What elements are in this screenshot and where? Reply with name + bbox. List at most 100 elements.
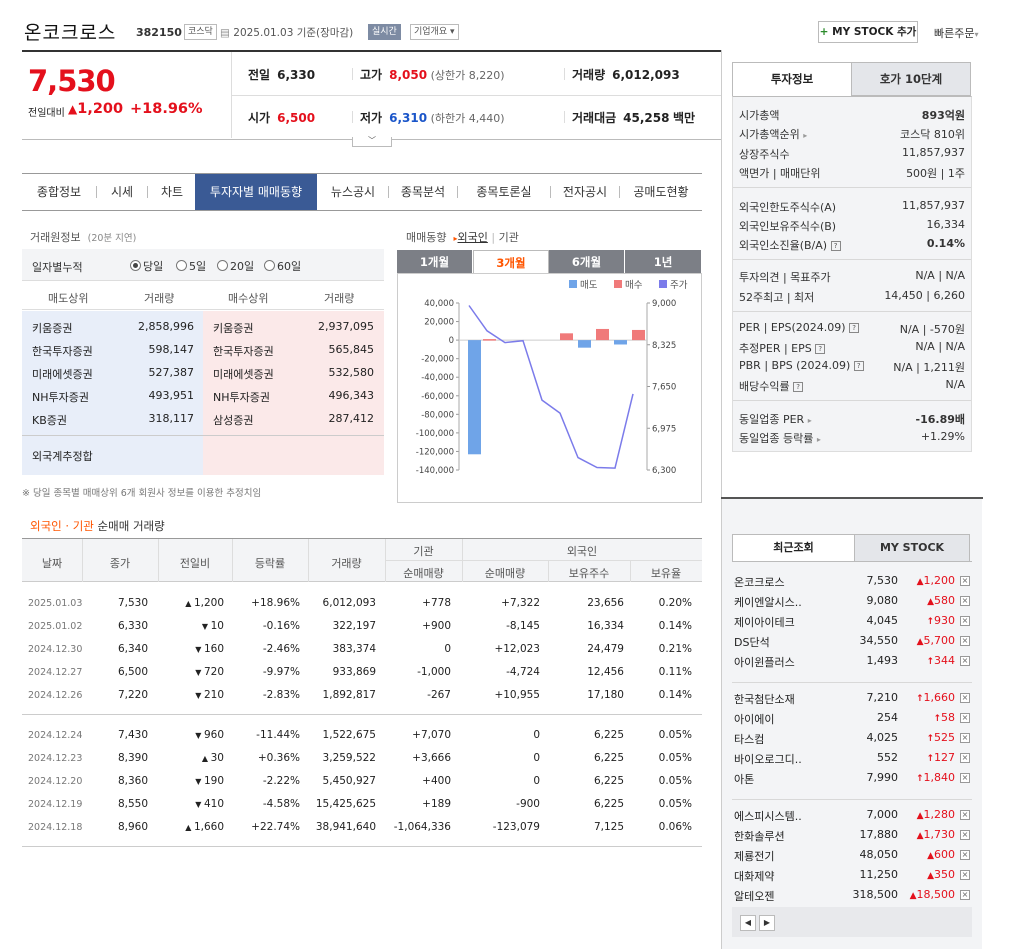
tab-6months[interactable]: 6개월 bbox=[549, 250, 625, 274]
radio-5days[interactable]: 5일 bbox=[176, 258, 206, 274]
radio-today[interactable]: 당일 bbox=[130, 258, 163, 274]
recent-name: 알테오젠 bbox=[734, 890, 775, 903]
close-icon[interactable]: × bbox=[960, 753, 970, 763]
tab-mystock[interactable]: MY STOCK bbox=[854, 534, 970, 562]
recent-item[interactable]: 대화제약 11,250 ▲350 × bbox=[732, 868, 972, 886]
filter-institution[interactable]: 기관 bbox=[499, 231, 519, 244]
add-mystock-button[interactable]: + MY STOCK 추가 bbox=[818, 21, 918, 43]
close-icon[interactable]: × bbox=[960, 810, 970, 820]
company-info-dropdown[interactable]: 기업개요 ▾ bbox=[410, 24, 459, 40]
tab-discussion[interactable]: 종목토론실 bbox=[458, 174, 550, 210]
close-icon[interactable]: × bbox=[960, 890, 970, 900]
recent-item[interactable]: 바이오로그디.. 552 ↑127 × bbox=[732, 751, 972, 769]
close-icon[interactable]: × bbox=[960, 713, 970, 723]
row-rate: -2.22% bbox=[262, 775, 300, 787]
recent-item[interactable]: 제룡전기 48,050 ▲600 × bbox=[732, 848, 972, 866]
row-inst-net: -1,064,336 bbox=[393, 821, 451, 833]
help-icon[interactable]: ? bbox=[830, 241, 841, 251]
tab-hoga[interactable]: 호가 10단계 bbox=[851, 62, 971, 96]
tab-invest-info[interactable]: 투자정보 bbox=[732, 62, 852, 96]
close-icon[interactable]: × bbox=[960, 576, 970, 586]
row-foreign-ratio: 0.05% bbox=[658, 752, 692, 764]
close-icon[interactable]: × bbox=[960, 656, 970, 666]
tab-quotes[interactable]: 시세 bbox=[97, 174, 147, 210]
invest-value: +1.29% bbox=[920, 430, 965, 443]
legend-swatch bbox=[569, 280, 577, 288]
recent-change-value: 600 bbox=[934, 848, 955, 861]
sell-volume: 527,387 bbox=[148, 366, 195, 379]
tab-recent[interactable]: 최근조회 bbox=[732, 534, 855, 562]
close-icon[interactable]: × bbox=[960, 596, 970, 606]
recent-change-value: 1,730 bbox=[923, 828, 956, 841]
close-icon[interactable]: × bbox=[960, 693, 970, 703]
upper-label: (상한가 bbox=[430, 69, 466, 82]
radio-20days[interactable]: 20일 bbox=[217, 258, 254, 274]
recent-item[interactable]: 아이에이 254 ↑58 × bbox=[732, 711, 972, 729]
recent-item[interactable]: 케이엔알시스.. 9,080 ▲580 × bbox=[732, 594, 972, 612]
help-icon[interactable]: ? bbox=[815, 344, 826, 354]
close-icon[interactable]: × bbox=[960, 850, 970, 860]
tab-1month[interactable]: 1개월 bbox=[397, 250, 473, 274]
row-close: 6,340 bbox=[117, 643, 148, 655]
realtime-button[interactable]: 실시간 bbox=[368, 24, 401, 40]
close-icon[interactable]: × bbox=[960, 870, 970, 880]
invest-label: 동일업종 등락률 bbox=[739, 432, 814, 445]
cumulative-label: 일자별누적 bbox=[32, 261, 83, 274]
tab-1year[interactable]: 1년 bbox=[625, 250, 702, 274]
recent-item[interactable]: 타스컴 4,025 ↑525 × bbox=[732, 731, 972, 749]
help-icon[interactable]: ? bbox=[793, 382, 804, 392]
market-cap-rank-link[interactable]: 시가총액순위 ▸ bbox=[739, 126, 807, 142]
row-foreign-net: +12,023 bbox=[494, 643, 540, 655]
low-value: 6,310 bbox=[389, 111, 428, 125]
close-icon[interactable]: × bbox=[960, 733, 970, 743]
tab-investor-trend[interactable]: 투자자별 매매동향 bbox=[195, 174, 317, 210]
recent-item[interactable]: 아톤 7,990 ↑1,840 × bbox=[732, 771, 972, 789]
tab-disclosure[interactable]: 전자공시 bbox=[551, 174, 619, 210]
recent-item[interactable]: 아이윈플러스 1,493 ↑344 × bbox=[732, 654, 972, 672]
recent-item[interactable]: 제이아이테크 4,045 ↑930 × bbox=[732, 614, 972, 632]
high-label: 고가 bbox=[360, 68, 383, 82]
market-cap-value: 893억원 bbox=[921, 109, 965, 122]
next-page-button[interactable]: ▶ bbox=[759, 915, 775, 931]
tab-3months[interactable]: 3개월 bbox=[473, 250, 549, 274]
recent-price: 4,025 bbox=[866, 731, 899, 744]
recent-item[interactable]: 에스피시스템.. 7,000 ▲1,280 × bbox=[732, 808, 972, 826]
chevron-right-icon: ▸ bbox=[816, 435, 821, 444]
recent-item[interactable]: DS단석 34,550 ▲5,700 × bbox=[732, 634, 972, 652]
row-diff: ▼ 160 bbox=[158, 643, 224, 655]
recent-item[interactable]: 알테오젠 318,500 ▲18,500 × bbox=[732, 888, 972, 906]
row-diff-value: 190 bbox=[203, 775, 224, 787]
recent-change-value: 5,700 bbox=[923, 634, 956, 647]
tab-short-selling[interactable]: 공매도현황 bbox=[620, 174, 702, 210]
tab-chart[interactable]: 차트 bbox=[148, 174, 196, 210]
recent-item[interactable]: 한국첨단소재 7,210 ↑1,660 × bbox=[732, 691, 972, 709]
tab-analysis[interactable]: 종목분석 bbox=[389, 174, 457, 210]
recent-item[interactable]: 온코크로스 7,530 ▲1,200 × bbox=[732, 574, 972, 592]
recent-name: 타스컴 bbox=[734, 733, 765, 746]
tab-summary[interactable]: 종합정보 bbox=[22, 174, 96, 210]
recent-tabs: 최근조회 MY STOCK bbox=[732, 534, 972, 562]
row-diff-value: 410 bbox=[203, 798, 224, 810]
radio-60days[interactable]: 60일 bbox=[264, 258, 301, 274]
recent-name: 아톤 bbox=[734, 773, 755, 786]
quick-order-dropdown[interactable]: 빠른주문▾ bbox=[934, 25, 979, 41]
recent-change: ↑344 bbox=[895, 654, 955, 667]
close-icon[interactable]: × bbox=[960, 773, 970, 783]
close-icon[interactable]: × bbox=[960, 830, 970, 840]
table-header: 날짜 종가 전일비 등락률 거래량 기관 순매매량 외국인 순매매량 보유주수 … bbox=[22, 538, 702, 582]
price-diff-value: 1,200 bbox=[77, 101, 124, 117]
filter-foreign[interactable]: 외국인 bbox=[458, 231, 488, 244]
help-icon[interactable]: ? bbox=[853, 361, 864, 371]
close-icon[interactable]: × bbox=[960, 636, 970, 646]
industry-per-link[interactable]: 동일업종 PER ▸ bbox=[739, 411, 812, 427]
prev-page-button[interactable]: ◀ bbox=[740, 915, 756, 931]
chevron-down-icon: ﹀ bbox=[368, 136, 376, 145]
industry-rate-link[interactable]: 동일업종 등락률 ▸ bbox=[739, 430, 821, 446]
help-icon[interactable]: ? bbox=[849, 323, 860, 333]
recent-name: 제룡전기 bbox=[734, 850, 775, 863]
tab-news[interactable]: 뉴스공시 bbox=[318, 174, 388, 210]
close-icon[interactable]: × bbox=[960, 616, 970, 626]
expand-button[interactable]: ﹀ bbox=[352, 137, 392, 147]
recent-item[interactable]: 한화솔루션 17,880 ▲1,730 × bbox=[732, 828, 972, 846]
row-foreign-net: +7,322 bbox=[501, 597, 540, 609]
